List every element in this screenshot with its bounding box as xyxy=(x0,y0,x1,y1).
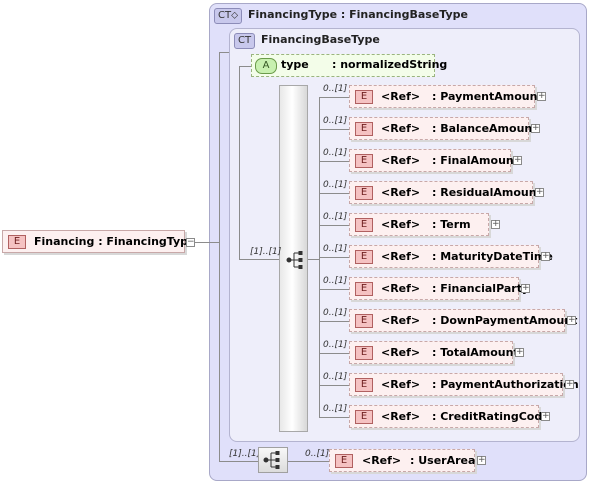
element-row[interactable]: E <Ref> : BalanceAmount xyxy=(349,117,538,140)
outer-sequence-cardinality: [1]..[1] xyxy=(229,449,261,459)
element-ref: <Ref> xyxy=(381,186,421,199)
element-ref: <Ref> xyxy=(381,218,421,231)
expand-icon[interactable]: + xyxy=(491,220,500,229)
root-element-financing[interactable]: E Financing : FinancingType xyxy=(2,230,196,253)
sequence-compositor[interactable] xyxy=(279,85,308,432)
element-badge: E xyxy=(355,218,373,232)
element-row[interactable]: E <Ref> : PaymentAmount xyxy=(349,85,543,108)
element-row[interactable]: E <Ref> : CreditRatingCode xyxy=(349,405,550,428)
element-ref: <Ref> xyxy=(381,90,421,103)
expand-icon[interactable]: + xyxy=(531,124,540,133)
element-name: : Term xyxy=(432,218,471,231)
element-cardinality: 0..[1] xyxy=(323,212,348,222)
element-cardinality: 0..[1] xyxy=(323,116,348,126)
element-cardinality: 0..[1] xyxy=(323,180,348,190)
element-name: : UserArea xyxy=(410,454,476,467)
element-ref: <Ref> xyxy=(362,454,402,467)
element-ref: <Ref> xyxy=(381,154,421,167)
outer-sequence-compositor[interactable] xyxy=(258,447,288,473)
expand-icon[interactable]: + xyxy=(513,156,522,165)
element-ref: <Ref> xyxy=(381,346,421,359)
root-element-label: Financing : FinancingType xyxy=(34,235,196,248)
element-row[interactable]: E <Ref> : MaturityDateTime xyxy=(349,245,553,268)
element-badge: E xyxy=(355,314,373,328)
element-badge: E xyxy=(355,154,373,168)
element-badge: E xyxy=(355,186,373,200)
sequence-icon xyxy=(286,251,303,269)
element-badge: E xyxy=(355,90,373,104)
attribute-type-label: : normalizedString xyxy=(332,58,448,71)
element-ref: <Ref> xyxy=(381,122,421,135)
element-name: : BalanceAmount xyxy=(432,122,538,135)
expand-icon[interactable]: + xyxy=(535,188,544,197)
element-badge: E xyxy=(8,235,26,249)
expand-icon[interactable]: + xyxy=(565,380,574,389)
element-cardinality: 0..[1] xyxy=(323,404,348,414)
sequence-icon xyxy=(263,451,280,469)
element-row[interactable]: E <Ref> : FinalAmount xyxy=(349,149,519,172)
expand-icon[interactable]: + xyxy=(515,348,524,357)
attribute-name: type xyxy=(281,58,309,71)
element-name: : TotalAmount xyxy=(432,346,519,359)
element-badge: E xyxy=(355,250,373,264)
element-cardinality: 0..[1] xyxy=(323,148,348,158)
element-ref: <Ref> xyxy=(381,410,421,423)
element-badge: E xyxy=(355,410,373,424)
element-ref: <Ref> xyxy=(381,314,421,327)
element-row[interactable]: E <Ref> : Term xyxy=(349,213,489,236)
expand-icon[interactable]: + xyxy=(541,412,550,421)
element-badge: E xyxy=(355,378,373,392)
attribute-badge: A xyxy=(255,58,277,74)
element-name: : CreditRatingCode xyxy=(432,410,550,423)
element-cardinality: 0..[1] xyxy=(323,84,348,94)
element-name: : FinancialParty xyxy=(432,282,530,295)
expand-icon[interactable]: + xyxy=(521,284,530,293)
element-row[interactable]: E <Ref> : ResidualAmount xyxy=(349,181,542,204)
element-ref: <Ref> xyxy=(381,378,421,391)
element-name: : ResidualAmount xyxy=(432,186,542,199)
element-cardinality: 0..[1] xyxy=(323,276,348,286)
expand-icon[interactable]: + xyxy=(567,316,576,325)
element-row[interactable]: E <Ref> : PaymentAuthorization xyxy=(349,373,579,396)
element-row[interactable]: E <Ref> : DownPaymentAmount xyxy=(349,309,577,332)
collapse-icon[interactable]: − xyxy=(186,238,195,247)
user-area-cardinality: 0..[1] xyxy=(305,449,330,459)
expand-icon[interactable]: + xyxy=(541,252,550,261)
element-badge: E xyxy=(335,454,353,468)
element-ref: <Ref> xyxy=(381,282,421,295)
element-name: : PaymentAmount xyxy=(432,90,543,103)
element-badge: E xyxy=(355,346,373,360)
sequence-cardinality: [1]..[1] xyxy=(250,247,282,257)
element-row[interactable]: E <Ref> : TotalAmount xyxy=(349,341,519,364)
expand-icon[interactable]: + xyxy=(537,92,546,101)
element-cardinality: 0..[1] xyxy=(323,372,348,382)
element-row[interactable]: E <Ref> : FinancialParty xyxy=(349,277,529,300)
expand-icon[interactable]: + xyxy=(477,456,486,465)
element-ref: <Ref> xyxy=(381,250,421,263)
element-name: : DownPaymentAmount xyxy=(432,314,578,327)
element-user-area[interactable]: E <Ref> : UserArea xyxy=(329,449,475,472)
element-cardinality: 0..[1] xyxy=(323,340,348,350)
element-cardinality: 0..[1] xyxy=(323,308,348,318)
element-name: : FinalAmount xyxy=(432,154,519,167)
element-badge: E xyxy=(355,122,373,136)
element-name: : PaymentAuthorization xyxy=(432,378,579,391)
element-name: : MaturityDateTime xyxy=(432,250,553,263)
element-cardinality: 0..[1] xyxy=(323,244,348,254)
element-badge: E xyxy=(355,282,373,296)
